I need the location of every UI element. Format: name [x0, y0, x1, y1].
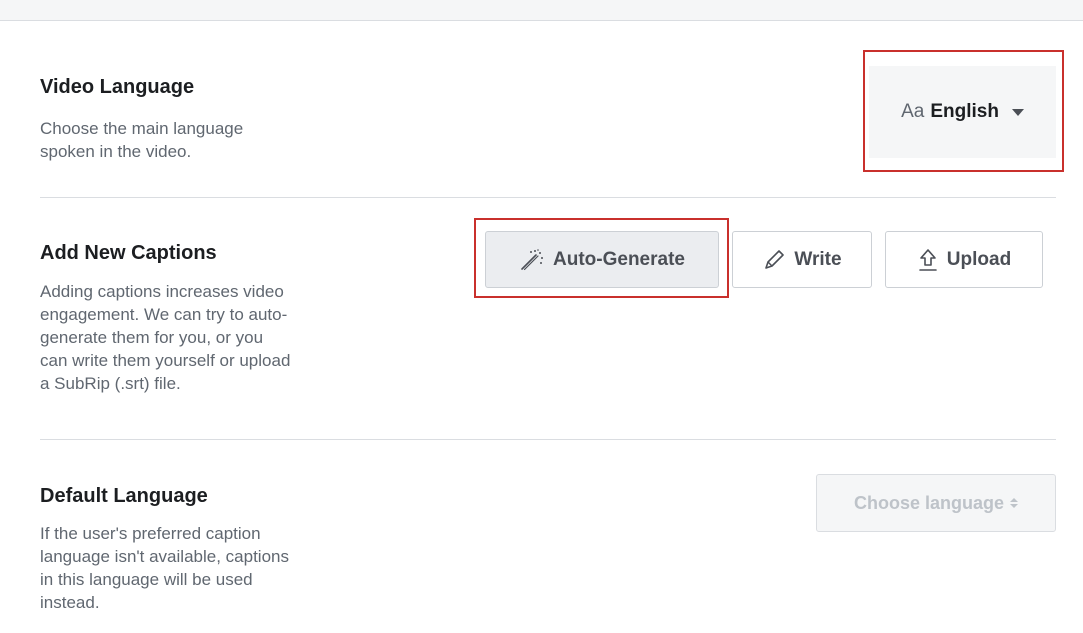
- pencil-icon: [762, 248, 786, 272]
- upload-icon: [917, 248, 939, 272]
- auto-generate-label: Auto-Generate: [553, 248, 685, 270]
- upload-button[interactable]: Upload: [885, 231, 1043, 288]
- sort-arrows-icon: [1010, 498, 1019, 508]
- magic-wand-icon: [519, 248, 545, 271]
- video-language-title: Video Language: [40, 76, 195, 98]
- font-aa-icon: Aa: [901, 101, 925, 122]
- write-label: Write: [794, 248, 842, 270]
- video-language-value: English: [930, 101, 999, 122]
- top-band: [0, 0, 1083, 21]
- choose-language-label: Choose language: [853, 492, 1005, 513]
- divider: [40, 197, 1056, 198]
- video-language-select[interactable]: Aa English: [869, 66, 1056, 158]
- default-language-description: If the user's preferred caption language…: [40, 524, 289, 612]
- choose-language-select[interactable]: Choose language: [816, 474, 1056, 532]
- divider: [40, 439, 1056, 440]
- add-captions-title: Add New Captions: [40, 242, 217, 264]
- default-language-title: Default Language: [40, 485, 208, 507]
- auto-generate-button[interactable]: Auto-Generate: [485, 231, 719, 288]
- chevron-down-icon: [1011, 108, 1024, 116]
- upload-label: Upload: [946, 248, 1012, 270]
- write-button[interactable]: Write: [732, 231, 872, 288]
- video-language-description: Choose the main language spoken in the v…: [40, 119, 244, 161]
- add-captions-description: Adding captions increases video engageme…: [40, 282, 291, 393]
